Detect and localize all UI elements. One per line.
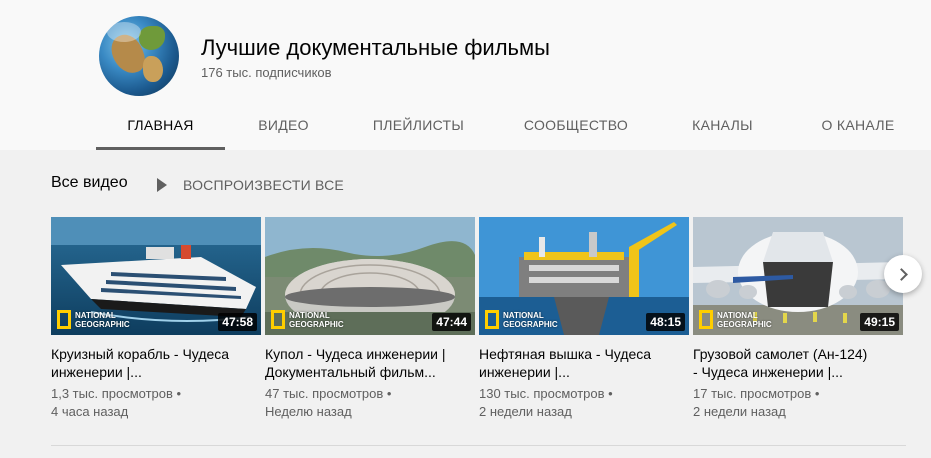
video-thumbnail[interactable]: NATIONAL GEOGRAPHIC 48:15 [479, 217, 689, 335]
video-title[interactable]: Купол - Чудеса инженерии | Документальный… [265, 345, 475, 381]
video-duration: 49:15 [860, 313, 899, 331]
tab-about[interactable]: О КАНАЛЕ [808, 104, 908, 150]
video-card[interactable]: NATIONAL GEOGRAPHIC 48:15 Нефтяная вышка … [479, 217, 689, 421]
natgeo-logo: NATIONAL GEOGRAPHIC [699, 310, 772, 329]
section-title[interactable]: Все видео [51, 174, 128, 192]
video-thumbnail[interactable]: NATIONAL GEOGRAPHIC 47:58 [51, 217, 261, 335]
channel-tabs: ГЛАВНАЯ ВИДЕО ПЛЕЙЛИСТЫ СООБЩЕСТВО КАНАЛ… [96, 104, 926, 150]
video-card[interactable]: NATIONAL GEOGRAPHIC 49:15 Грузовой самоле… [693, 217, 903, 421]
next-videos-button[interactable] [884, 255, 922, 293]
channel-content: Все видео ВОСПРОИЗВЕСТИ ВСЕ NATIONAL GEO… [0, 150, 931, 458]
video-thumbnail[interactable]: NATIONAL GEOGRAPHIC 49:15 [693, 217, 903, 335]
channel-avatar[interactable] [99, 16, 179, 96]
tab-community[interactable]: СООБЩЕСТВО [516, 104, 636, 150]
natgeo-logo: NATIONAL GEOGRAPHIC [57, 310, 130, 329]
video-age: 4 часа назад [51, 404, 129, 419]
video-views: 17 тыс. просмотров • [693, 386, 820, 401]
tab-playlists[interactable]: ПЛЕЙЛИСТЫ [361, 104, 476, 150]
video-views: 1,3 тыс. просмотров • [51, 386, 182, 401]
video-title[interactable]: Грузовой самолет (Ан-124) - Чудеса инжене… [693, 345, 903, 381]
channel-title: Лучшие документальные фильмы [201, 35, 550, 60]
natgeo-logo: NATIONAL GEOGRAPHIC [485, 310, 558, 329]
video-views: 47 тыс. просмотров • [265, 386, 392, 401]
video-duration: 48:15 [646, 313, 685, 331]
video-duration: 47:58 [218, 313, 257, 331]
video-thumbnail[interactable]: NATIONAL GEOGRAPHIC 47:44 [265, 217, 475, 335]
video-title[interactable]: Нефтяная вышка - Чудеса инженерии |... [479, 345, 689, 381]
video-age: 2 недели назад [693, 404, 786, 419]
play-all-button[interactable]: ВОСПРОИЗВЕСТИ ВСЕ [157, 174, 344, 196]
tab-videos[interactable]: ВИДЕО [246, 104, 321, 150]
video-title[interactable]: Круизный корабль - Чудеса инженерии |... [51, 345, 261, 381]
video-age: Неделю назад [265, 404, 352, 419]
tab-home[interactable]: ГЛАВНАЯ [96, 104, 225, 150]
play-all-label: ВОСПРОИЗВЕСТИ ВСЕ [183, 177, 344, 193]
subscriber-count: 176 тыс. подписчиков [201, 65, 332, 80]
section-divider [51, 445, 906, 446]
play-icon [157, 178, 167, 192]
video-card[interactable]: NATIONAL GEOGRAPHIC 47:44 Купол - Чудеса … [265, 217, 475, 421]
channel-header: Лучшие документальные фильмы 176 тыс. по… [0, 0, 931, 150]
chevron-right-icon [894, 267, 908, 281]
video-duration: 47:44 [432, 313, 471, 331]
video-views: 130 тыс. просмотров • [479, 386, 613, 401]
natgeo-logo: NATIONAL GEOGRAPHIC [271, 310, 344, 329]
tab-channels[interactable]: КАНАЛЫ [681, 104, 764, 150]
video-age: 2 недели назад [479, 404, 572, 419]
video-card[interactable]: NATIONAL GEOGRAPHIC 47:58 Круизный корабл… [51, 217, 261, 421]
